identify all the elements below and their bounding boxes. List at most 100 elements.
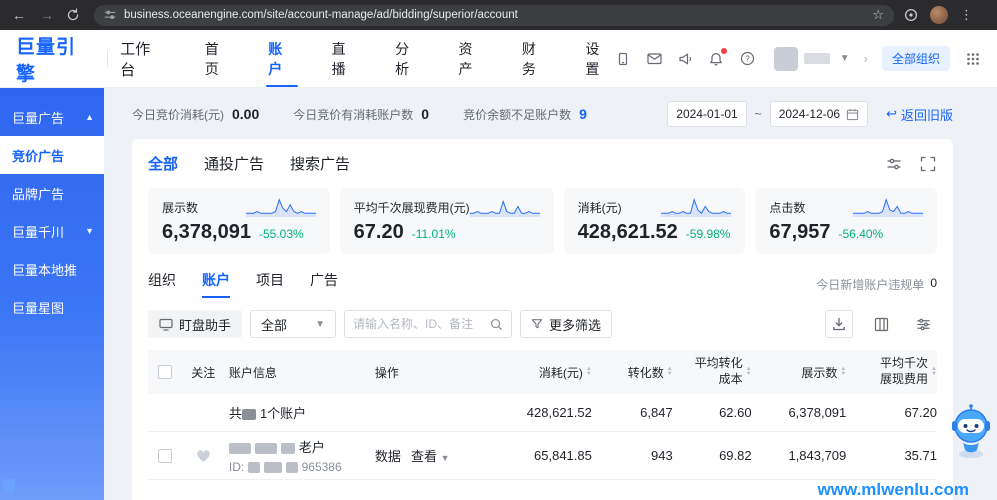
sort-icon[interactable]: ▲▼	[931, 367, 937, 377]
redacted-text	[242, 409, 256, 420]
metric-label: 平均千次展现费用(元)	[354, 197, 470, 216]
cpm-sparkline	[470, 197, 540, 217]
tab-search-ad[interactable]: 搜索广告	[290, 153, 350, 174]
browser-refresh-button[interactable]	[66, 8, 84, 22]
sidebar-item-brand-ad[interactable]: 品牌广告	[0, 174, 104, 212]
main-menu: 首页 账户 直播 分析 资产 财务 设置	[203, 21, 615, 97]
entity-tabs: 组织 账户 项目 广告 今日新增账户违规单 0	[148, 270, 937, 298]
metric-card-impressions[interactable]: 展示数 6,378,091 -55.03%	[148, 188, 330, 254]
nav-item-home[interactable]: 首页	[203, 21, 234, 97]
header-conversions[interactable]: 转化数 ▲▼	[592, 364, 673, 381]
monitor-assistant-button[interactable]: 盯盘助手	[148, 310, 242, 338]
data-action-link[interactable]: 数据	[375, 446, 401, 465]
tab-all[interactable]: 全部	[148, 153, 178, 174]
tab-universal-ad[interactable]: 通投广告	[204, 153, 264, 174]
sidebar-item-xingtu[interactable]: 巨量星图	[0, 288, 104, 326]
assistant-mascot[interactable]	[949, 404, 993, 460]
header-impressions[interactable]: 展示数 ▲▼	[752, 364, 847, 381]
sidebar-item-label: 品牌广告	[12, 184, 64, 203]
metric-card-clicks[interactable]: 点击数 67,957 -56.40%	[755, 188, 937, 254]
corner-widget[interactable]	[3, 479, 15, 494]
header-cpm[interactable]: 平均千次展现费用 ▲▼	[846, 356, 937, 387]
metric-card-cpm[interactable]: 平均千次展现费用(元) 67.20 -11.01%	[340, 188, 554, 254]
date-end-input[interactable]: 2024-12-06	[770, 101, 868, 127]
back-to-old-version-link[interactable]: ↩ 返回旧版	[886, 105, 953, 124]
fullscreen-icon[interactable]	[919, 155, 937, 173]
bookmark-star-icon[interactable]: ☆	[872, 7, 884, 23]
sidebar-item-qianchuan[interactable]: 巨量千川 ▼	[0, 212, 104, 250]
metric-card-cost[interactable]: 消耗(元) 428,621.52 -59.98%	[564, 188, 746, 254]
sidebar-item-local-push[interactable]: 巨量本地推	[0, 250, 104, 288]
scope-select[interactable]: 全部 ▼	[250, 310, 336, 338]
workspace-label[interactable]: 工作台	[120, 38, 165, 80]
follow-heart-icon[interactable]	[182, 449, 225, 463]
browser-profile-avatar[interactable]	[930, 6, 948, 24]
browser-back-button[interactable]: ←	[10, 7, 28, 23]
header-follow: 关注	[182, 364, 225, 381]
view-action-link[interactable]: 查看 ▼	[411, 446, 450, 465]
extensions-icon[interactable]	[904, 8, 918, 22]
help-icon[interactable]: ?	[739, 50, 756, 67]
metric-settings-icon[interactable]	[885, 155, 903, 173]
select-all-checkbox[interactable]	[158, 365, 172, 379]
cost-sparkline	[661, 197, 731, 217]
nav-item-account[interactable]: 账户	[266, 21, 297, 97]
summary-label: 共1个账户	[225, 403, 375, 422]
site-info-icon[interactable]	[104, 9, 116, 21]
violation-note: 今日新增账户违规单 0	[816, 276, 937, 293]
notification-bell-icon[interactable]	[708, 50, 725, 67]
sidebar-item-label: 竞价广告	[12, 146, 64, 165]
tab-project[interactable]: 项目	[256, 270, 284, 298]
nav-item-settings[interactable]: 设置	[583, 21, 614, 97]
account-info-cell: 老户 ID: 965386	[225, 437, 375, 474]
stat-value[interactable]: 9	[579, 106, 587, 122]
sidebar-item-juliang-ad[interactable]: 巨量广告 ▲	[0, 98, 104, 136]
svg-text:?: ?	[745, 55, 750, 64]
table-settings-icon[interactable]	[909, 310, 937, 338]
announcement-icon[interactable]	[677, 50, 694, 67]
device-icon[interactable]	[615, 50, 632, 67]
more-filters-button[interactable]: 更多筛选	[520, 310, 612, 338]
violation-label: 今日新增账户违规单	[816, 276, 924, 293]
account-name[interactable]: 老户	[229, 437, 375, 456]
table-row[interactable]: 老户 ID: 965386 数据 查看 ▼ 65	[148, 432, 937, 480]
column-config-icon[interactable]	[867, 310, 895, 338]
sidebar-item-label: 巨量星图	[12, 298, 64, 317]
chevron-right-icon[interactable]: ›	[864, 51, 868, 66]
browser-forward-button[interactable]: →	[38, 7, 56, 23]
nav-item-finance[interactable]: 财务	[520, 21, 551, 97]
cell-cpm: 35.71	[846, 448, 937, 463]
nav-item-live[interactable]: 直播	[330, 21, 361, 97]
metric-value: 67.20	[354, 221, 404, 244]
nav-item-assets[interactable]: 资产	[456, 21, 487, 97]
row-checkbox[interactable]	[158, 449, 172, 463]
calendar-icon	[846, 108, 859, 121]
date-start-input[interactable]: 2024-01-01	[667, 101, 746, 127]
header-cost[interactable]: 消耗(元) ▲▼	[491, 364, 592, 381]
org-selector[interactable]: 全部组织	[882, 46, 950, 71]
stat-value: 0	[421, 106, 429, 122]
table-toolbar: 盯盘助手 全部 ▼ 更多筛选	[148, 310, 937, 338]
main-content: 今日竞价消耗(元) 0.00 今日竞价有消耗账户数 0 竞价余额不足账户数 9 …	[104, 88, 997, 500]
header-cpa[interactable]: 平均转化成本 ▲▼	[673, 356, 752, 387]
download-button[interactable]	[825, 310, 853, 338]
table-summary-row: 共1个账户 428,621.52 6,847 62.60 6,378,091 6…	[148, 394, 937, 432]
tab-account[interactable]: 账户	[202, 270, 230, 298]
tab-ad[interactable]: 广告	[310, 270, 338, 298]
user-account-menu[interactable]: ▼	[774, 47, 850, 71]
clicks-sparkline	[853, 197, 923, 217]
summary-impressions: 6,378,091	[752, 405, 847, 420]
browser-menu-icon[interactable]: ⋮	[960, 7, 973, 23]
apps-grid-icon[interactable]	[964, 50, 981, 67]
sidebar-item-bidding-ad[interactable]: 竞价广告	[0, 136, 104, 174]
brand-logo[interactable]: 巨量引擎	[16, 32, 95, 86]
search-icon[interactable]	[490, 318, 503, 331]
chevron-down-icon: ▼	[315, 319, 325, 330]
nav-item-analysis[interactable]: 分析	[393, 21, 424, 97]
tab-organization[interactable]: 组织	[148, 270, 176, 298]
search-input[interactable]	[353, 317, 484, 331]
redacted-text	[255, 443, 277, 454]
mail-icon[interactable]	[646, 50, 663, 67]
impressions-sparkline	[246, 197, 316, 217]
dashboard-card: 全部 通投广告 搜索广告 展示数	[132, 139, 953, 500]
